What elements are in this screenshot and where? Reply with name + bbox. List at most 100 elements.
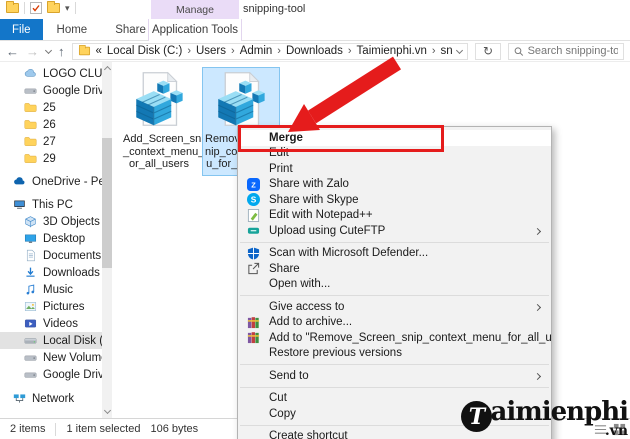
breadcrumb-segment[interactable]: Local Disk (C:) [107, 45, 182, 57]
taimienphi-logo-icon: T [461, 401, 493, 432]
chevron-right-icon[interactable]: › [231, 45, 235, 57]
tab-file[interactable]: File [0, 19, 43, 40]
chevron-right-icon[interactable]: › [348, 45, 352, 57]
sidebar-item-25[interactable]: 25 [0, 99, 112, 116]
sidebar-item-network[interactable]: Network [0, 390, 112, 407]
sidebar-scrollbar[interactable] [102, 62, 112, 418]
divider [55, 422, 57, 436]
sidebar-item-29[interactable]: 29 [0, 150, 112, 167]
scroll-up-icon[interactable] [103, 65, 111, 74]
menu-icon-slot [245, 391, 261, 405]
sidebar-item-3d-objects[interactable]: 3D Objects [0, 213, 112, 230]
sidebar-item-label: Pictures [43, 300, 85, 313]
qat-customize-icon[interactable]: ▾ [65, 3, 70, 14]
menu-item-open-with[interactable]: Open with... [238, 277, 551, 293]
menu-item-add-to-archive[interactable]: Add to archive... [238, 315, 551, 331]
sidebar-item-google-drive-g[interactable]: Google Drive (G: [0, 366, 112, 383]
menu-item-label: Share with Skype [269, 193, 359, 206]
winrar-icon [245, 315, 261, 329]
menu-item-add-to-named-archive[interactable]: Add to "Remove_Screen_snip_context_menu_… [238, 330, 551, 346]
breadcrumb-segment[interactable]: Taimienphi.vn [357, 45, 427, 57]
chevron-right-icon[interactable]: › [187, 45, 191, 57]
sidebar-item-label: Network [32, 392, 75, 405]
network-icon [13, 394, 26, 403]
refresh-button[interactable]: ↻ [475, 42, 501, 60]
recent-locations-icon[interactable] [44, 46, 53, 54]
breadcrumb-segment[interactable]: Users [196, 45, 226, 57]
sidebar-item-onedrive[interactable]: OneDrive - Person [0, 173, 112, 190]
video-icon [25, 319, 36, 328]
tab-application-tools[interactable]: Application Tools [148, 19, 242, 41]
menu-item-send-to[interactable]: Send to [238, 368, 551, 384]
sidebar-item-local-disk-c[interactable]: Local Disk (C:) [0, 332, 112, 349]
menu-item-label: Cut [269, 392, 287, 405]
menu-icon-slot [245, 277, 261, 291]
menu-item-label: Add to archive... [269, 316, 353, 329]
folder-icon [24, 137, 37, 146]
sidebar-item-pictures[interactable]: Pictures [0, 298, 112, 315]
menu-item-restore-previous-versions[interactable]: Restore previous versions [238, 346, 551, 362]
properties-check-icon[interactable] [30, 2, 42, 14]
menu-item-scan-with-microsoft-defender[interactable]: Scan with Microsoft Defender... [238, 246, 551, 262]
sidebar-item-27[interactable]: 27 [0, 133, 112, 150]
desktop-icon [24, 234, 37, 243]
sidebar-item-new-volume-d[interactable]: New Volume (D: [0, 349, 112, 366]
sidebar-item-label: 25 [43, 101, 56, 114]
menu-item-label: Edit with Notepad++ [269, 209, 373, 222]
sidebar-item-26[interactable]: 26 [0, 116, 112, 133]
breadcrumb-segment[interactable]: snipping-tool [441, 45, 452, 57]
menu-separator [240, 386, 549, 388]
breadcrumb-prefix: « [95, 45, 102, 57]
forward-button[interactable]: → [26, 45, 39, 58]
sidebar-item-label: Documents [43, 249, 102, 262]
sidebar-item-music[interactable]: Music [0, 281, 112, 298]
menu-item-share-with-skype[interactable]: S Share with Skype [238, 192, 551, 208]
menu-item-print[interactable]: Print [238, 161, 551, 177]
download-arrow-icon [26, 267, 35, 277]
menu-item-label: Copy [269, 407, 296, 420]
sidebar-item-logo-club[interactable]: LOGO CLUB - [0, 65, 112, 82]
sidebar-item-downloads[interactable]: Downloads [0, 264, 112, 281]
menu-icon-slot [245, 369, 261, 383]
svg-text:S: S [250, 195, 256, 205]
scroll-down-icon[interactable] [103, 406, 111, 415]
sidebar-item-label: 27 [43, 135, 56, 148]
sidebar-item-label: Google Drive [43, 84, 111, 97]
notepad-plus-plus-icon [245, 208, 261, 222]
folder-icon[interactable] [47, 1, 60, 13]
navigation-bar: ← → ↑ « Local Disk (C:) › Users › Admin › D… [0, 41, 630, 62]
folder-icon[interactable] [6, 1, 19, 13]
ribbon-manage-group: Manage [151, 0, 239, 19]
tab-home[interactable]: Home [43, 19, 102, 40]
breadcrumb-segment[interactable]: Downloads [286, 45, 343, 57]
menu-item-share-with-zalo[interactable]: Z Share with Zalo [238, 177, 551, 193]
sidebar-item-label: Videos [43, 317, 78, 330]
address-dropdown-icon[interactable] [455, 46, 464, 54]
back-button[interactable]: ← [6, 45, 19, 58]
submenu-arrow-icon [533, 303, 542, 311]
quick-access-toolbar: ▾ [6, 1, 76, 14]
sidebar-item-documents[interactable]: Documents [0, 247, 112, 264]
file-tile-add-screen-snip[interactable]: Add_Screen_snip _context_menu_f or_all_u… [120, 67, 210, 176]
address-bar[interactable]: « Local Disk (C:) › Users › Admin › Downloa… [71, 42, 468, 60]
sidebar-item-this-pc[interactable]: This PC [0, 196, 112, 213]
menu-item-upload-using-cuteftp[interactable]: Upload using CuteFTP [238, 223, 551, 239]
up-button[interactable]: ↑ [58, 45, 65, 58]
menu-item-give-access-to[interactable]: Give access to [238, 299, 551, 315]
sidebar-item-google-drive[interactable]: Google Drive [0, 82, 112, 99]
music-note-icon [26, 284, 35, 295]
chevron-right-icon[interactable]: › [432, 45, 436, 57]
sidebar-item-desktop[interactable]: Desktop [0, 230, 112, 247]
folder-icon [24, 120, 37, 129]
menu-item-edit-with-notepad-plus-plus[interactable]: Edit with Notepad++ [238, 208, 551, 224]
ribbon-tab-row: File Home Share View Application Tools [0, 19, 630, 41]
menu-icon-slot [245, 429, 261, 439]
sidebar-item-videos[interactable]: Videos [0, 315, 112, 332]
scrollbar-thumb[interactable] [102, 138, 112, 268]
search-input[interactable] [527, 45, 618, 57]
menu-item-share[interactable]: Share [238, 261, 551, 277]
menu-separator [240, 241, 549, 243]
search-box[interactable] [508, 42, 624, 60]
chevron-right-icon[interactable]: › [277, 45, 281, 57]
breadcrumb-segment[interactable]: Admin [240, 45, 273, 57]
